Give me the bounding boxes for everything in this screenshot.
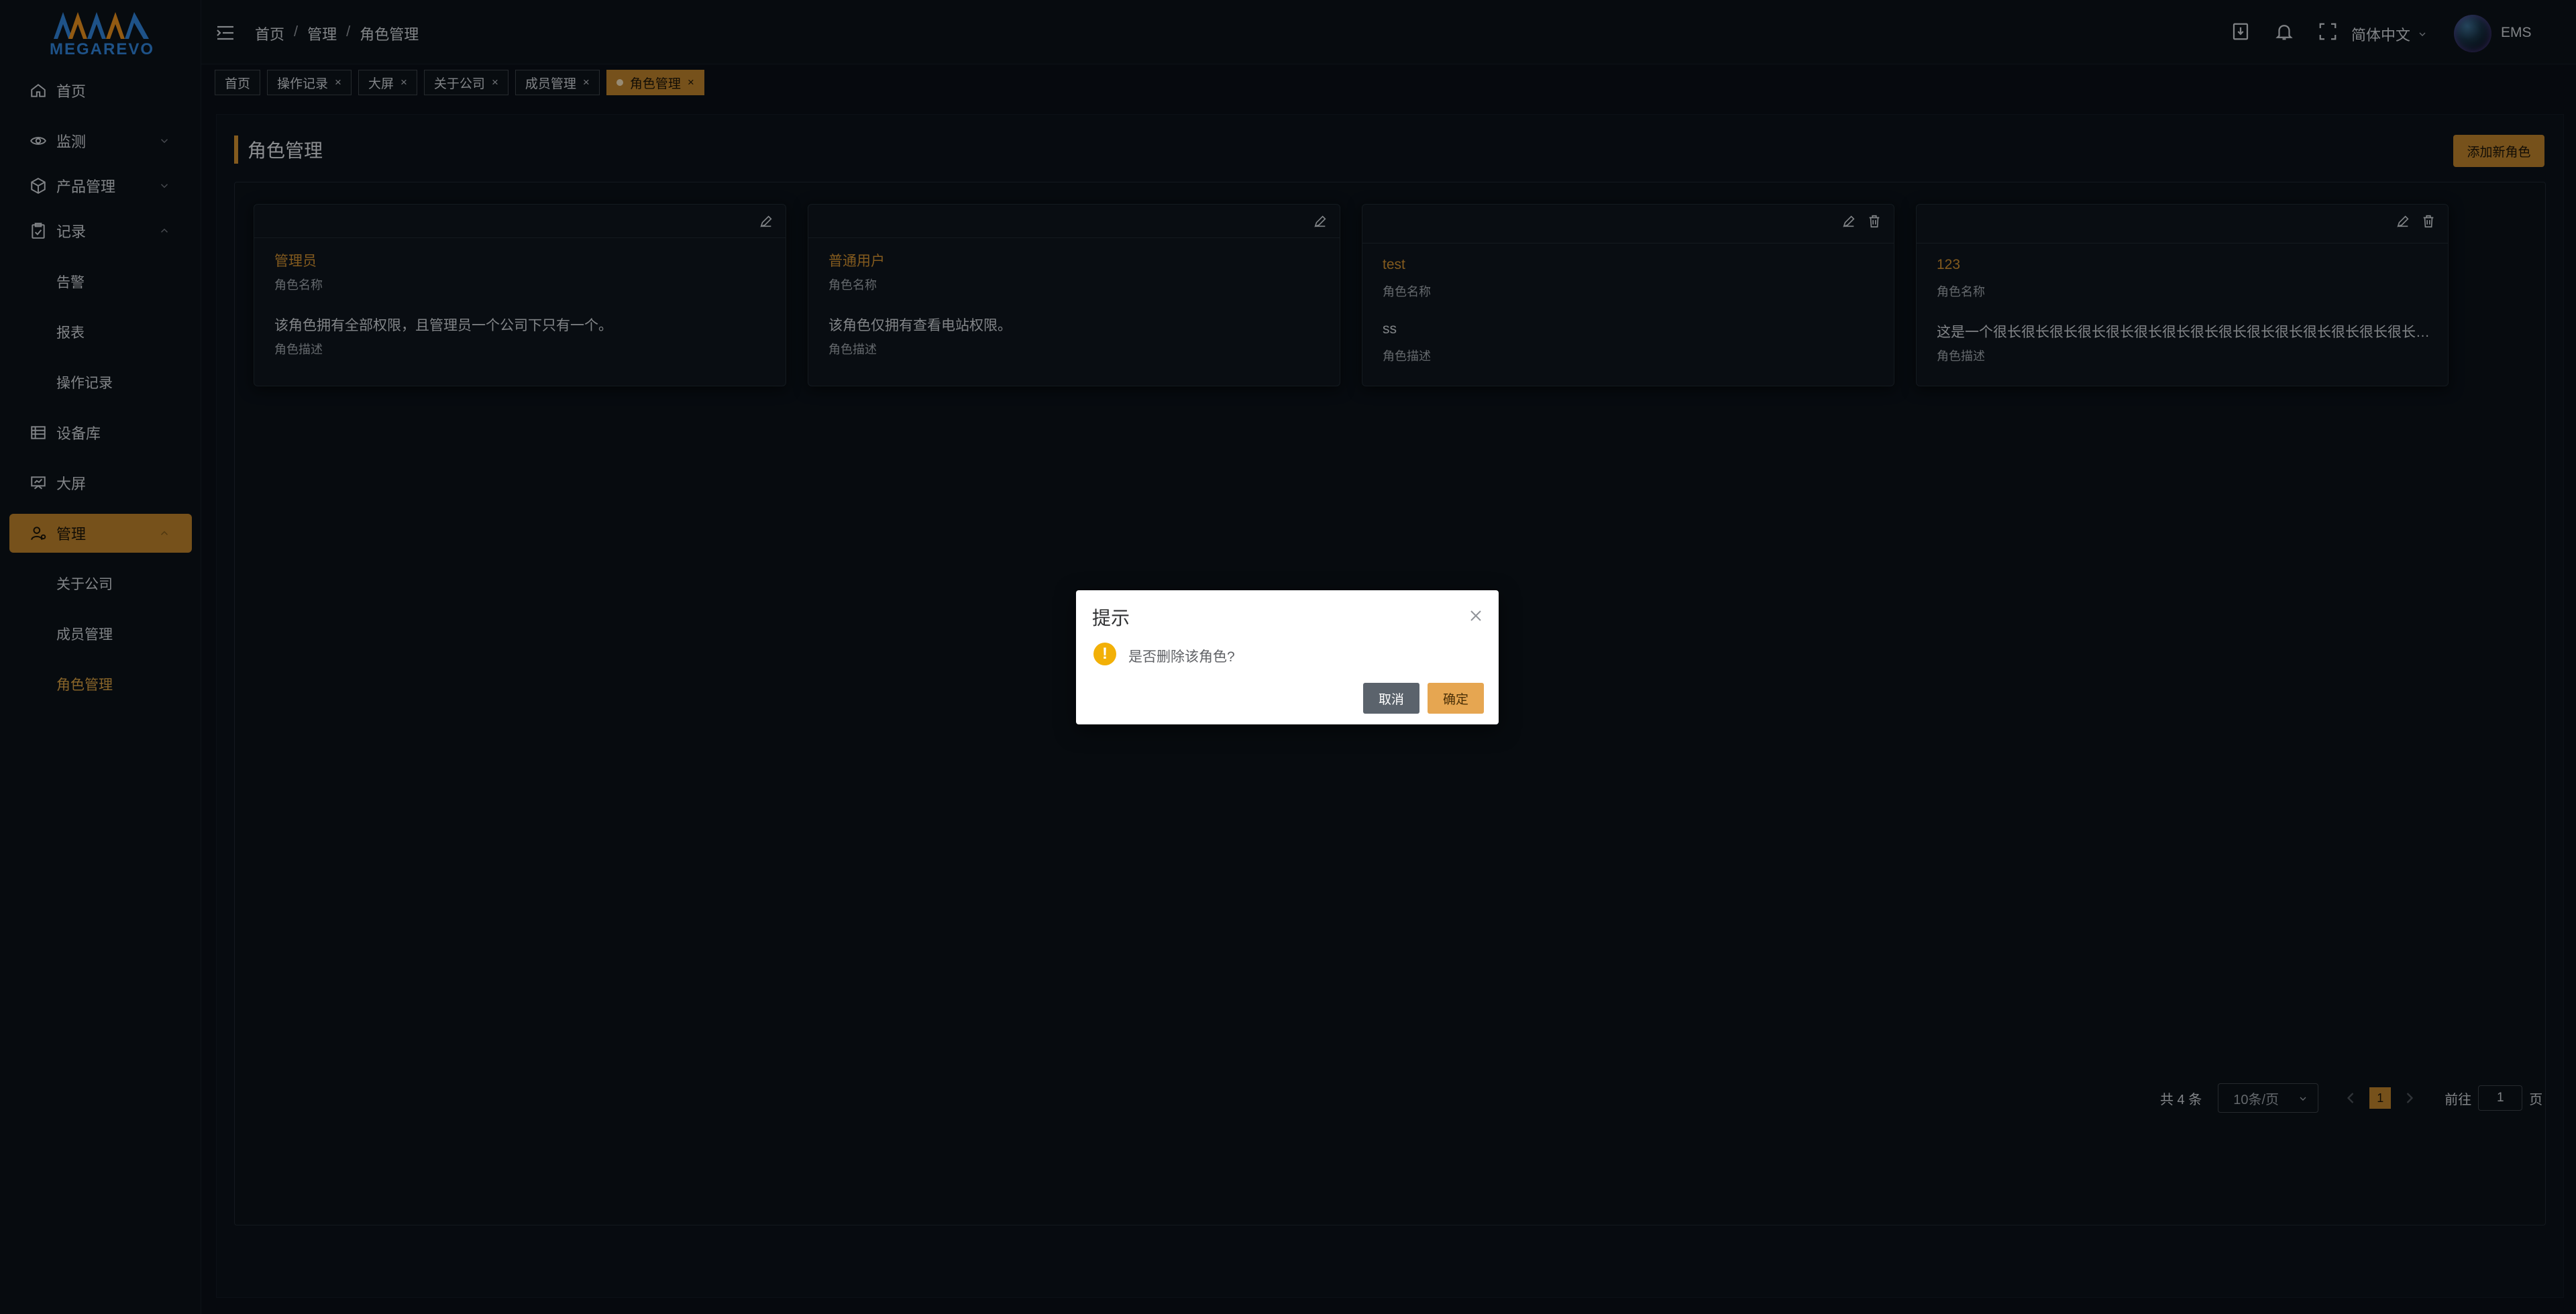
dialog-title: 提示 xyxy=(1092,608,1130,628)
confirm-delete-dialog: 提示 ! 是否删除该角色? 取消 确定 xyxy=(1076,590,1499,724)
close-icon[interactable] xyxy=(1468,608,1484,624)
warning-icon: ! xyxy=(1093,643,1116,665)
cancel-button[interactable]: 取消 xyxy=(1363,683,1419,714)
confirm-button[interactable]: 确定 xyxy=(1428,683,1484,714)
dialog-message: 是否删除该角色? xyxy=(1128,649,1235,665)
